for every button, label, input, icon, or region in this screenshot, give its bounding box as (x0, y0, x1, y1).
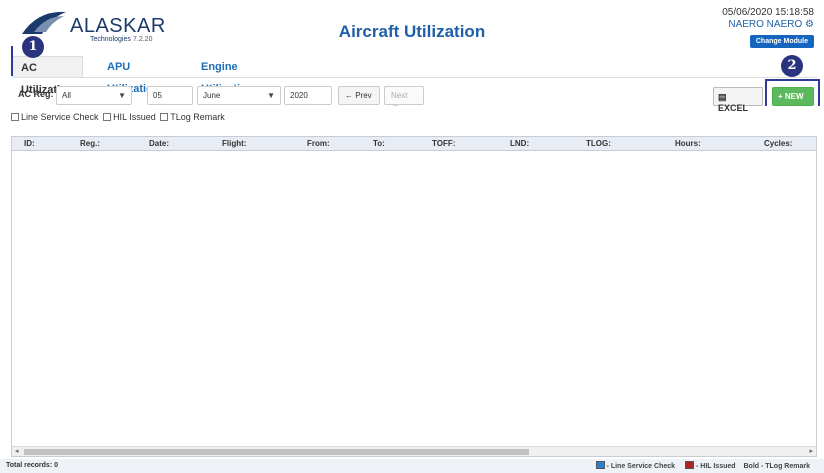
annotation-bracket-1 (11, 46, 19, 76)
prev-button[interactable]: ← Prev (338, 86, 380, 105)
legend-swatch-hil (684, 461, 694, 469)
ac-reg-select[interactable]: All ▼ (56, 86, 132, 105)
line-service-check-label: Line Service Check (21, 112, 99, 122)
gear-icon[interactable]: ⚙ (805, 19, 814, 30)
tab-engine-utilization[interactable]: Engine Utilization (201, 56, 254, 95)
column-flight[interactable]: Flight: (222, 139, 246, 148)
chevron-down-icon: ▼ (118, 91, 126, 100)
column-cycles[interactable]: Cycles: (764, 139, 792, 148)
annotation-badge-2: 2 (781, 55, 803, 77)
column-reg[interactable]: Reg.: (80, 139, 100, 148)
page-title: Aircraft Utilization (338, 22, 486, 41)
excel-label: EXCEL (718, 103, 749, 113)
column-date[interactable]: Date: (149, 139, 169, 148)
hil-issued-option[interactable]: HIL Issued (103, 112, 156, 122)
year-value: 2020 (290, 91, 308, 100)
file-icon: ▤ (718, 92, 727, 102)
legend: - Line Service Check - HIL Issued Bold -… (588, 461, 810, 470)
tlog-remark-label: TLog Remark (170, 112, 225, 122)
scroll-right-icon[interactable]: ▸ (809, 447, 813, 455)
checkbox-tlog-remark[interactable] (160, 113, 169, 121)
next-button[interactable]: Next → (384, 86, 424, 109)
day-value: 05 (153, 91, 162, 100)
column-tlog[interactable]: TLOG: (586, 139, 611, 148)
legend-hil-issued: - HIL Issued (695, 463, 736, 470)
ac-reg-label: AC Reg: (18, 89, 54, 99)
tlog-remark-option[interactable]: TLog Remark (160, 112, 225, 122)
filter-bar: AC Reg: All ▼ 05 June ▼ 2020 ← Prev Next… (16, 86, 816, 109)
filter-checkboxes: Line Service Check HIL Issued TLog Remar… (11, 112, 227, 124)
total-records: Total records: 0 (6, 462, 58, 469)
year-input[interactable]: 2020 (284, 86, 332, 105)
status-footer: Total records: 0 - Line Service Check - … (0, 459, 824, 473)
column-toff[interactable]: TOFF: (432, 139, 455, 148)
user-name[interactable]: NAERO NAERO (728, 19, 802, 30)
tab-divider (12, 77, 817, 78)
scrollbar-thumb[interactable] (24, 449, 529, 455)
current-datetime: 05/06/2020 15:18:58 (722, 7, 814, 18)
month-select[interactable]: June ▼ (197, 86, 281, 105)
header-user-panel: 05/06/2020 15:18:58 NAERO NAERO ⚙ Change… (722, 7, 814, 48)
month-value: June (203, 91, 221, 100)
column-to[interactable]: To: (373, 139, 385, 148)
scroll-left-icon[interactable]: ◂ (15, 447, 19, 455)
app-header: ALASKAR Technologies 7.2.20 Aircraft Uti… (0, 0, 824, 50)
utilization-table: ID: Reg.: Date: Flight: From: To: TOFF: … (11, 136, 817, 457)
tab-apu-utilization[interactable]: APU Utilization (107, 56, 160, 95)
chevron-down-icon: ▼ (267, 91, 275, 100)
legend-swatch-line-service (595, 461, 605, 469)
column-from[interactable]: From: (307, 139, 330, 148)
change-module-button[interactable]: Change Module (749, 35, 814, 48)
column-lnd[interactable]: LND: (510, 139, 529, 148)
legend-line-service: - Line Service Check (606, 463, 676, 470)
column-id[interactable]: ID: (24, 139, 35, 148)
tab-ac-utilization[interactable]: AC Utilization (12, 56, 83, 96)
excel-export-button[interactable]: ▤ EXCEL (713, 87, 763, 113)
annotation-bracket-2 (765, 79, 820, 106)
hil-issued-label: HIL Issued (113, 112, 156, 122)
ac-reg-value: All (62, 91, 71, 100)
annotation-badge-1: 1 (22, 36, 44, 58)
checkbox-hil-issued[interactable] (103, 113, 112, 121)
line-service-check-option[interactable]: Line Service Check (11, 112, 99, 122)
legend-tlog-remark: Bold - TLog Remark (743, 463, 810, 470)
column-hours[interactable]: Hours: (675, 139, 701, 148)
user-menu[interactable]: NAERO NAERO ⚙ (722, 19, 814, 30)
day-input[interactable]: 05 (147, 86, 193, 105)
table-header: ID: Reg.: Date: Flight: From: To: TOFF: … (12, 137, 816, 151)
checkbox-line-service-check[interactable] (11, 113, 19, 121)
horizontal-scrollbar[interactable]: ◂ ▸ (12, 446, 816, 456)
